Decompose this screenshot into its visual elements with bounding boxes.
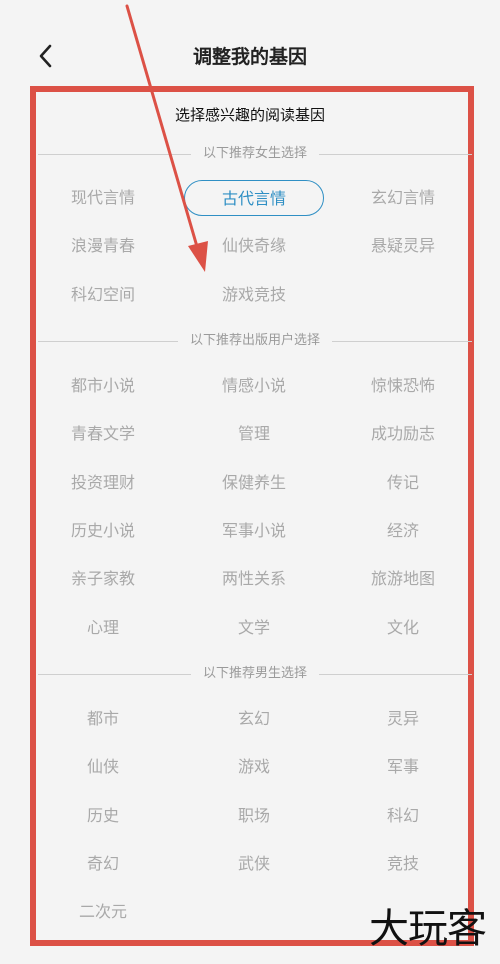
tag-item[interactable]: 二次元 bbox=[33, 894, 173, 930]
tag-item[interactable]: 经济 bbox=[333, 513, 473, 549]
tag-item[interactable]: 传记 bbox=[333, 465, 473, 501]
tag-item[interactable]: 科幻 bbox=[333, 798, 473, 834]
tag-item[interactable]: 历史小说 bbox=[33, 513, 173, 549]
tag-item[interactable]: 心理 bbox=[33, 610, 173, 646]
tag-item[interactable]: 仙侠奇缘 bbox=[184, 228, 324, 264]
tag-item[interactable]: 文化 bbox=[333, 610, 473, 646]
tag-item[interactable]: 军事 bbox=[333, 749, 473, 785]
page-title: 调整我的基因 bbox=[192, 46, 307, 68]
tag-item[interactable]: 历史 bbox=[33, 798, 173, 834]
tag-item[interactable]: 竞技 bbox=[333, 846, 473, 882]
tag-item[interactable]: 仙侠 bbox=[33, 749, 173, 785]
tag-item[interactable]: 灵异 bbox=[333, 701, 473, 737]
tag-item[interactable]: 保健养生 bbox=[184, 465, 324, 501]
watermark-logo: 大玩客 bbox=[369, 906, 487, 952]
tag-item[interactable]: 旅游地图 bbox=[333, 561, 473, 597]
tag-item[interactable]: 浪漫青春 bbox=[33, 228, 173, 264]
section-label-male: 以下推荐男生选择 bbox=[190, 663, 320, 685]
tag-item[interactable]: 现代言情 bbox=[33, 180, 173, 216]
tag-item[interactable]: 青春文学 bbox=[33, 416, 173, 452]
tag-item[interactable]: 亲子家教 bbox=[33, 561, 173, 597]
tag-item[interactable]: 文学 bbox=[184, 610, 324, 646]
tag-item[interactable]: 武侠 bbox=[184, 846, 324, 882]
tag-item[interactable]: 职场 bbox=[184, 798, 324, 834]
tag-item[interactable]: 都市 bbox=[33, 701, 173, 737]
tag-item[interactable]: 情感小说 bbox=[184, 368, 324, 404]
tag-item[interactable]: 两性关系 bbox=[184, 561, 324, 597]
tag-item[interactable]: 惊悚恐怖 bbox=[333, 368, 473, 404]
tag-item[interactable]: 游戏 bbox=[184, 749, 324, 785]
section-divider-publishing: 以下推荐出版用户选择 bbox=[38, 330, 472, 352]
tag-item[interactable]: 成功励志 bbox=[333, 416, 473, 452]
tag-item[interactable]: 投资理财 bbox=[33, 465, 173, 501]
section-divider-male: 以下推荐男生选择 bbox=[38, 663, 472, 685]
tag-item[interactable]: 都市小说 bbox=[33, 368, 173, 404]
tag-item[interactable]: 管理 bbox=[184, 416, 324, 452]
tag-item[interactable]: 游戏竞技 bbox=[184, 277, 324, 313]
section-label-publishing: 以下推荐出版用户选择 bbox=[177, 330, 333, 352]
tag-item[interactable]: 科幻空间 bbox=[33, 277, 173, 313]
section-divider-female: 以下推荐女生选择 bbox=[38, 143, 472, 165]
section-label-female: 以下推荐女生选择 bbox=[190, 143, 320, 165]
tag-item[interactable]: 悬疑灵异 bbox=[333, 228, 473, 264]
tag-item[interactable]: 奇幻 bbox=[33, 846, 173, 882]
tag-item[interactable]: 玄幻言情 bbox=[333, 180, 473, 216]
tag-item[interactable]: 玄幻 bbox=[184, 701, 324, 737]
page-subtitle: 选择感兴趣的阅读基因 bbox=[174, 106, 325, 124]
tag-item-selected[interactable]: 古代言情 bbox=[184, 180, 324, 216]
tag-item[interactable]: 军事小说 bbox=[184, 513, 324, 549]
